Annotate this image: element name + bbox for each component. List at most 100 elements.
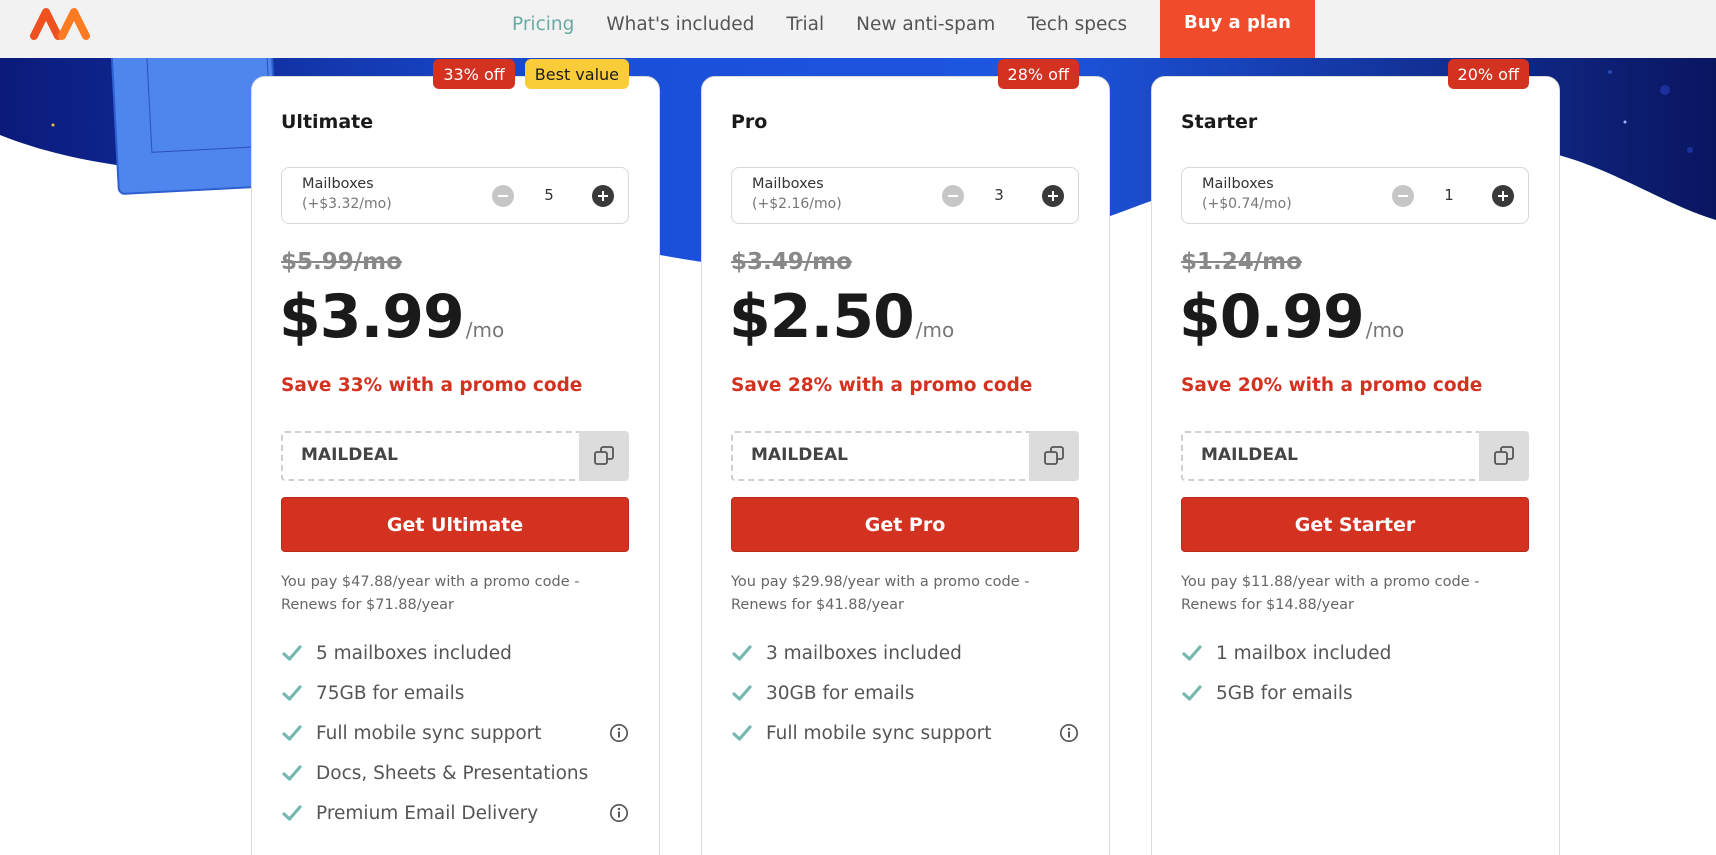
promo-code[interactable]: MAILDEAL <box>301 445 398 465</box>
check-icon <box>282 765 302 781</box>
nav-new-anti-spam[interactable]: New anti-spam <box>856 14 995 35</box>
get-ultimate-button[interactable]: Get Ultimate <box>281 497 629 552</box>
increase-mailboxes-button[interactable] <box>1042 185 1064 207</box>
namecheap-logo[interactable] <box>30 6 90 42</box>
increase-mailboxes-button[interactable] <box>1492 185 1514 207</box>
feature-text: Docs, Sheets & Presentations <box>316 762 589 784</box>
minus-icon <box>1398 195 1408 197</box>
feature-list: 5 mailboxes included 75GB for emails Ful… <box>281 633 631 833</box>
original-price: $5.99/mo <box>281 249 402 275</box>
badge-group: 20% off <box>1447 59 1529 89</box>
feature-list: 3 mailboxes included 30GB for emails Ful… <box>731 633 1081 753</box>
feature-item: Full mobile sync support <box>731 713 1081 753</box>
increase-mailboxes-button[interactable] <box>592 185 614 207</box>
check-icon <box>732 685 752 701</box>
feature-text: 75GB for emails <box>316 682 465 704</box>
plus-icon <box>1048 191 1058 201</box>
mailbox-price: (+$2.16/mo) <box>752 196 842 212</box>
feature-text: Full mobile sync support <box>316 722 542 744</box>
pay-note: You pay $11.88/year with a promo code - … <box>1181 574 1480 613</box>
copy-icon <box>594 446 614 465</box>
decrease-mailboxes-button[interactable] <box>1392 185 1414 207</box>
feature-item: Docs, Sheets & Presentations <box>281 753 631 793</box>
current-price: $0.99/mo <box>1179 282 1404 352</box>
pay-note: You pay $47.88/year with a promo code - … <box>281 574 580 613</box>
discount-badge: 20% off <box>1447 59 1529 89</box>
mailbox-selector: Mailboxes (+$2.16/mo) 3 <box>731 167 1079 224</box>
check-icon <box>1182 685 1202 701</box>
plan-card-starter: 20% off Starter Mailboxes (+$0.74/mo) 1 … <box>1151 59 1560 855</box>
feature-item: 75GB for emails <box>281 673 631 713</box>
feature-item: 5GB for emails <box>1181 673 1531 713</box>
plus-icon <box>1498 191 1508 201</box>
price-period: /mo <box>1365 318 1405 342</box>
buy-a-plan-button[interactable]: Buy a plan <box>1160 0 1315 58</box>
mailbox-selector: Mailboxes (+$0.74/mo) 1 <box>1181 167 1529 224</box>
get-starter-button[interactable]: Get Starter <box>1181 497 1529 552</box>
feature-item: 3 mailboxes included <box>731 633 1081 673</box>
plan-name: Pro <box>731 111 768 133</box>
feature-item: 1 mailbox included <box>1181 633 1531 673</box>
original-price: $3.49/mo <box>731 249 852 275</box>
feature-text: 1 mailbox included <box>1216 642 1392 664</box>
mailboxes-label: Mailboxes <box>302 176 374 192</box>
feature-text: 5GB for emails <box>1216 682 1353 704</box>
nav-tech-specs[interactable]: Tech specs <box>1027 14 1127 35</box>
discount-badge: 28% off <box>997 59 1079 89</box>
badge-group: 28% off <box>997 59 1079 89</box>
plan-card-ultimate: 33% off Best value Ultimate Mailboxes (+… <box>251 59 660 855</box>
mailbox-count: 5 <box>544 186 554 204</box>
info-icon[interactable] <box>1059 723 1079 743</box>
check-icon <box>282 805 302 821</box>
nav-pricing[interactable]: Pricing <box>512 14 574 35</box>
feature-text: Full mobile sync support <box>766 722 992 744</box>
current-price: $3.99/mo <box>279 282 504 352</box>
price-period: /mo <box>465 318 505 342</box>
check-icon <box>732 645 752 661</box>
mailbox-selector: Mailboxes (+$3.32/mo) 5 <box>281 167 629 224</box>
copy-promo-button[interactable] <box>579 431 629 481</box>
copy-icon <box>1044 446 1064 465</box>
feature-text: 30GB for emails <box>766 682 915 704</box>
minus-icon <box>498 195 508 197</box>
mailbox-price: (+$0.74/mo) <box>1202 196 1292 212</box>
top-header: Pricing What's included Trial New anti-s… <box>0 0 1716 58</box>
copy-promo-button[interactable] <box>1479 431 1529 481</box>
decrease-mailboxes-button[interactable] <box>492 185 514 207</box>
promo-code-box: MAILDEAL <box>281 431 629 481</box>
check-icon <box>1182 645 1202 661</box>
mailboxes-label: Mailboxes <box>1202 176 1274 192</box>
promo-code[interactable]: MAILDEAL <box>751 445 848 465</box>
save-promo-text: Save 28% with a promo code <box>731 375 1033 396</box>
price-amount: $0.99 <box>1179 282 1365 352</box>
check-icon <box>282 645 302 661</box>
info-icon[interactable] <box>609 803 629 823</box>
feature-text: 3 mailboxes included <box>766 642 962 664</box>
plan-card-pro: 28% off Pro Mailboxes (+$2.16/mo) 3 $3.4… <box>701 59 1110 855</box>
feature-list: 1 mailbox included 5GB for emails <box>1181 633 1531 713</box>
badge-group: 33% off Best value <box>433 59 629 89</box>
info-icon[interactable] <box>609 723 629 743</box>
feature-text: Premium Email Delivery <box>316 802 539 824</box>
discount-badge: 33% off <box>433 59 515 89</box>
current-price: $2.50/mo <box>729 282 954 352</box>
plus-icon <box>598 191 608 201</box>
plan-name: Ultimate <box>281 111 374 133</box>
mailboxes-label: Mailboxes <box>752 176 824 192</box>
promo-code-box: MAILDEAL <box>1181 431 1529 481</box>
best-value-badge: Best value <box>524 59 629 89</box>
minus-icon <box>948 195 958 197</box>
price-amount: $3.99 <box>279 282 465 352</box>
decrease-mailboxes-button[interactable] <box>942 185 964 207</box>
price-period: /mo <box>915 318 955 342</box>
nav-whats-included[interactable]: What's included <box>606 14 754 35</box>
promo-code[interactable]: MAILDEAL <box>1201 445 1298 465</box>
original-price: $1.24/mo <box>1181 249 1302 275</box>
get-pro-button[interactable]: Get Pro <box>731 497 1079 552</box>
save-promo-text: Save 33% with a promo code <box>281 375 583 396</box>
nav-trial[interactable]: Trial <box>786 14 824 35</box>
mailbox-price: (+$3.32/mo) <box>302 196 392 212</box>
pay-note: You pay $29.98/year with a promo code - … <box>731 574 1030 613</box>
copy-promo-button[interactable] <box>1029 431 1079 481</box>
plan-name: Starter <box>1181 111 1258 133</box>
